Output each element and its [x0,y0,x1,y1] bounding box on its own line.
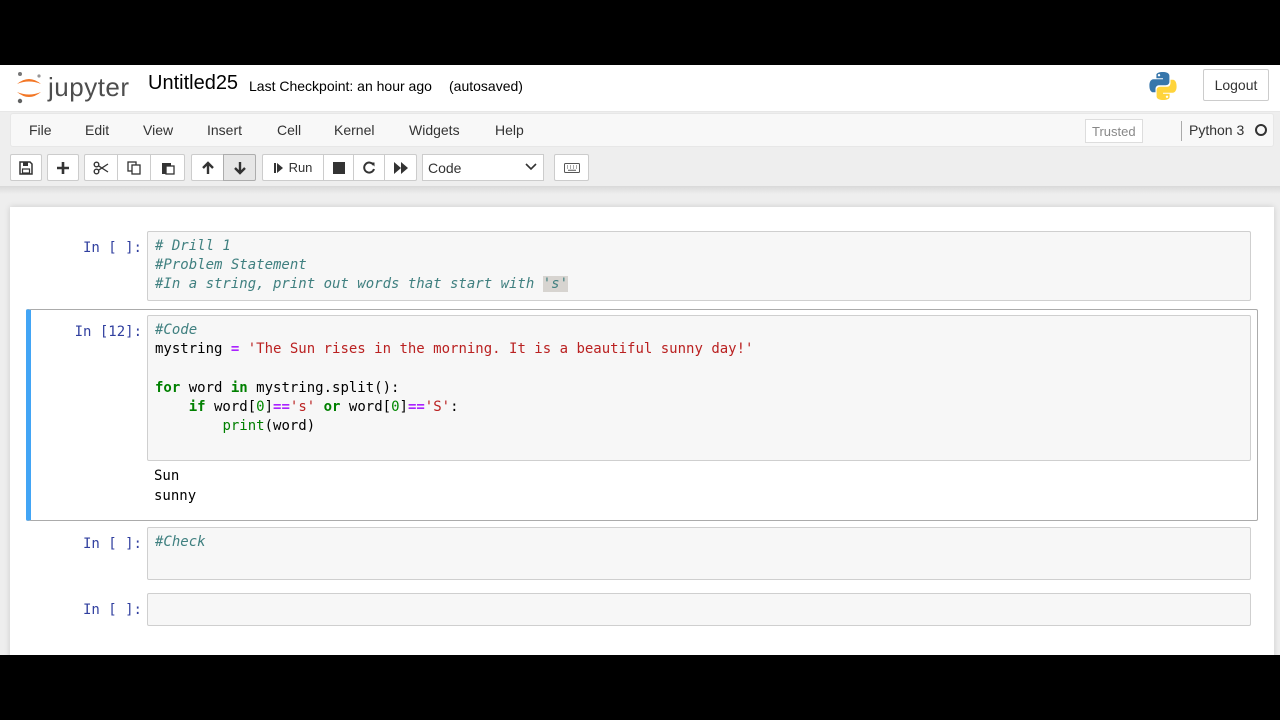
python-logo-icon [1147,70,1179,102]
command-palette-button[interactable] [554,154,589,181]
cut-button[interactable] [84,154,118,181]
paste-button[interactable] [150,154,185,181]
notebook-container: In [ ]: # Drill 1 #Problem Statement #In… [10,207,1274,655]
code-token: mystring.split(): [247,379,400,396]
jupyter-window: jupyter Untitled25 Last Checkpoint: an h… [0,65,1280,655]
code-token: (word) [264,418,316,435]
code-token: == [407,398,425,415]
copy-button[interactable] [117,154,151,181]
code-token-highlight: 's' [542,276,569,293]
code-token: 'S' [424,398,451,415]
code-token: word[ [340,398,392,415]
code-token: mystring [155,341,223,358]
trusted-indicator[interactable]: Trusted [1085,119,1143,143]
code-token: 'The Sun rises in the morning. It is a b… [247,341,754,358]
toolbar-shadow [0,186,1280,194]
code-token: = [222,341,248,358]
code-editor[interactable]: #Code mystring = 'The Sun rises in the m… [148,316,1250,436]
kernel-name: Python 3 [1189,122,1245,138]
code-cell-input[interactable]: #Code mystring = 'The Sun rises in the m… [147,315,1251,461]
header: jupyter Untitled25 Last Checkpoint: an h… [0,65,1280,112]
menu-help[interactable]: Help [495,122,524,138]
code-token: word[ [205,398,257,415]
cut-icon [93,161,109,174]
save-icon [19,160,33,175]
menu-insert[interactable]: Insert [207,122,242,138]
menu-view[interactable]: View [143,122,173,138]
copy-icon [127,160,141,175]
code-token: # Drill 1 [155,238,231,254]
code-cell-input[interactable] [147,593,1251,626]
logout-button[interactable]: Logout [1203,69,1269,101]
code-cell-input[interactable]: # Drill 1 #Problem Statement #In a strin… [147,231,1251,301]
code-token: for [155,379,181,396]
code-token: or [323,398,341,415]
code-token: 0 [391,398,400,415]
code-token: #Problem Statement [155,257,307,274]
code-token: if [188,398,206,415]
interrupt-button[interactable] [323,154,354,181]
jupyter-logo-icon [14,70,44,104]
move-down-button[interactable] [223,154,256,181]
code-token: ] [264,398,274,415]
arrow-up-icon [201,160,214,174]
code-token: ] [399,398,408,415]
menu-cell[interactable]: Cell [277,122,301,138]
cell-prompt: In [ ]: [82,602,142,618]
code-token: in [230,379,248,396]
stop-icon [332,161,345,174]
code-token: word [180,379,231,396]
fast-forward-icon [393,161,408,174]
code-token: #In a string, print out words that start… [155,276,543,293]
code-token: #Code [155,322,198,338]
output-line: sunny [154,487,197,504]
restart-icon [363,161,375,173]
menu-kernel[interactable]: Kernel [334,122,374,138]
plus-icon [57,161,69,174]
restart-button[interactable] [353,154,385,181]
restart-run-all-button[interactable] [384,154,417,181]
menu-file[interactable]: File [29,122,52,138]
run-button-label: Run [288,160,313,175]
code-token: 's' [289,398,316,415]
keyboard-icon [563,162,580,173]
cell-prompt-executed: In [12]: [74,324,142,340]
code-editor[interactable]: #Check [148,528,1250,552]
output-line: Sun [154,468,180,484]
autosave-status: (autosaved) [449,78,523,94]
move-up-button[interactable] [191,154,224,181]
menubar: File Edit View Insert Cell Kernel Widget… [10,113,1274,147]
kernel-idle-icon [1255,124,1267,136]
code-cell-input[interactable]: #Check [147,527,1251,580]
cell-prompt: In [ ]: [82,240,142,256]
step-forward-icon [273,162,283,173]
code-token: : [450,398,459,415]
code-editor[interactable]: # Drill 1 #Problem Statement #In a strin… [148,232,1250,295]
cell-type-select[interactable]: Code [422,154,544,181]
insert-cell-button[interactable] [47,154,79,181]
paste-icon [161,162,175,175]
chevron-down-icon [525,163,537,171]
checkpoint-status: Last Checkpoint: an hour ago [249,78,432,94]
code-token: == [273,398,290,415]
code-token: #Check [155,534,206,550]
arrow-down-icon [233,161,246,175]
cell-type-value: Code [428,159,462,176]
kernel-separator [1181,121,1182,141]
jupyter-logo[interactable]: jupyter [14,69,130,105]
logo-text: jupyter [48,71,130,102]
menu-edit[interactable]: Edit [85,122,109,138]
code-editor[interactable] [148,594,1250,599]
save-button[interactable] [10,154,42,181]
code-token: print [222,418,265,435]
cell-prompt: In [ ]: [82,536,142,552]
code-token: 0 [256,398,265,415]
run-button[interactable]: Run [262,154,324,181]
cell-output: Sun sunny [154,467,196,506]
notebook-title[interactable]: Untitled25 [148,72,238,95]
menu-widgets[interactable]: Widgets [409,122,460,138]
